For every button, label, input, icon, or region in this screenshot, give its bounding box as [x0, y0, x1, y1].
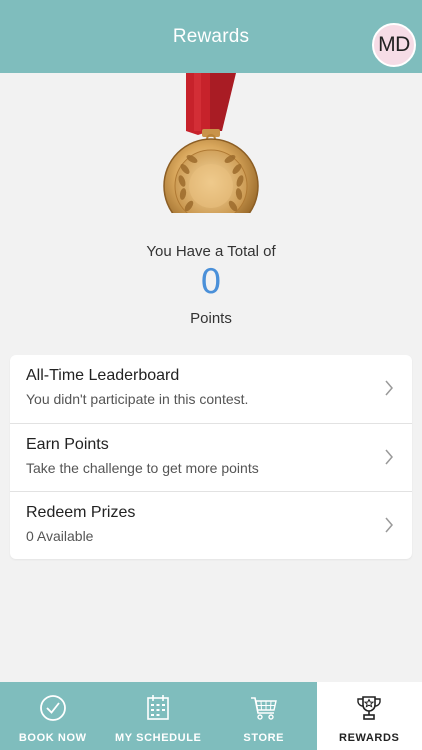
chevron-right-icon	[385, 449, 393, 465]
tab-rewards[interactable]: REWARDS	[316, 682, 422, 750]
cart-icon	[250, 697, 277, 720]
tab-label: STORE	[243, 732, 285, 744]
points-value: 0	[200, 262, 222, 302]
tab-bar: BOOK NOW MY SCHEDULE STORE REWARDS	[0, 682, 422, 750]
total-label: You Have a Total of	[146, 243, 276, 260]
chevron-right-icon	[385, 380, 393, 396]
row-title: All-Time Leaderboard	[26, 367, 180, 384]
tab-my-schedule[interactable]: MY SCHEDULE	[105, 682, 211, 750]
app-header: Rewards MD	[0, 0, 422, 73]
row-subtitle: Take the challenge to get more points	[26, 460, 259, 476]
row-subtitle: 0 Available	[26, 528, 94, 544]
avatar[interactable]: MD	[372, 23, 416, 67]
tab-label: REWARDS	[339, 732, 400, 744]
tab-label: BOOK NOW	[18, 732, 87, 744]
row-subtitle: You didn't participate in this contest.	[26, 391, 249, 407]
tab-store[interactable]: STORE	[211, 682, 317, 750]
check-circle-icon	[39, 695, 66, 721]
row-title: Redeem Prizes	[26, 504, 136, 521]
leaderboard-row[interactable]: All-Time Leaderboard You didn't particip…	[10, 355, 412, 423]
row-title: Earn Points	[26, 436, 109, 453]
tab-label: MY SCHEDULE	[115, 732, 202, 744]
medal-icon	[158, 73, 264, 234]
redeem-prizes-row[interactable]: Redeem Prizes 0 Available	[10, 491, 412, 559]
points-unit-label: Points	[190, 310, 232, 327]
earn-points-row[interactable]: Earn Points Take the challenge to get mo…	[10, 423, 412, 491]
calendar-icon	[147, 695, 170, 720]
page-title: Rewards	[172, 25, 250, 47]
trophy-icon	[357, 696, 381, 720]
chevron-right-icon	[385, 517, 393, 533]
rewards-menu: All-Time Leaderboard You didn't particip…	[10, 355, 412, 559]
tab-book-now[interactable]: BOOK NOW	[0, 682, 106, 750]
